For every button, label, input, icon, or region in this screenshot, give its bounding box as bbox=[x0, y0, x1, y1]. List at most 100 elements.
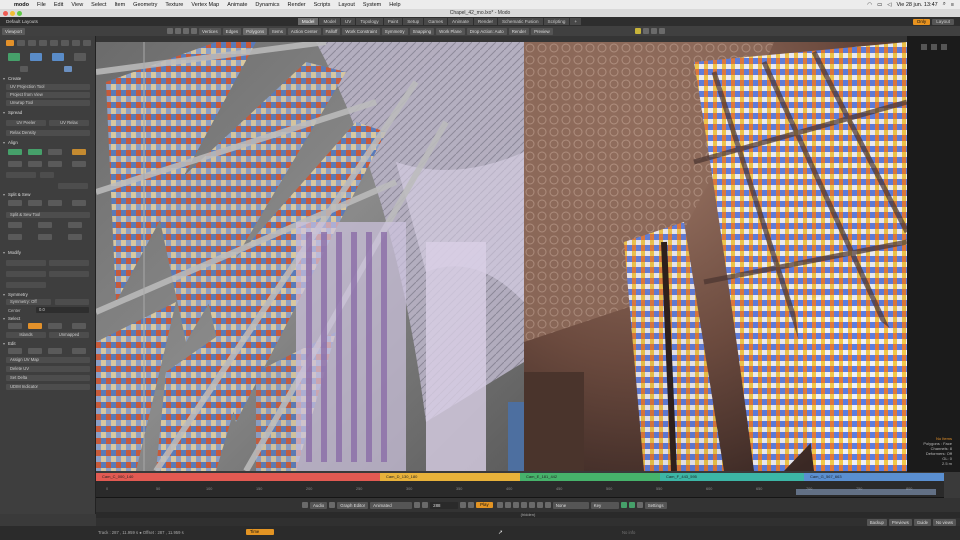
select-island-icon[interactable] bbox=[72, 323, 86, 329]
camera-clip[interactable]: Cam_G_567_663 bbox=[804, 473, 944, 481]
align-left-icon[interactable] bbox=[8, 149, 22, 155]
relax-density-button[interactable]: Relax Density bbox=[6, 130, 90, 136]
align-option-c[interactable] bbox=[58, 183, 88, 189]
render-button[interactable]: Render bbox=[508, 27, 530, 35]
uv-tool-icon[interactable] bbox=[6, 40, 14, 46]
items-button[interactable]: Items bbox=[269, 27, 286, 35]
section-align[interactable]: Align bbox=[2, 140, 92, 146]
add-tab-icon[interactable]: + bbox=[570, 18, 582, 25]
key-button[interactable]: Key bbox=[590, 501, 619, 509]
clear-uv-icon[interactable] bbox=[48, 348, 62, 354]
sculpt-icon[interactable] bbox=[39, 40, 47, 46]
play-forward-icon[interactable] bbox=[620, 502, 627, 508]
rotate-icon[interactable] bbox=[183, 28, 190, 34]
section-modify[interactable]: Modify bbox=[2, 250, 92, 256]
drop-action-dropdown[interactable]: Drop Action: Auto bbox=[466, 27, 507, 35]
snapping-button[interactable]: Snapping bbox=[409, 27, 435, 35]
skip-start-icon[interactable] bbox=[414, 502, 421, 508]
menu-scripts[interactable]: Scripts bbox=[310, 2, 335, 8]
menu-select[interactable]: Select bbox=[87, 2, 110, 8]
clock[interactable]: Vie 28 jun. 13:47 bbox=[897, 2, 938, 8]
keys-dropdown[interactable]: None bbox=[552, 501, 589, 509]
settings-gear-icon[interactable] bbox=[636, 502, 643, 508]
camera-icon[interactable] bbox=[642, 28, 649, 34]
menu-animate[interactable]: Animate bbox=[223, 2, 251, 8]
select-icon[interactable] bbox=[167, 28, 174, 34]
zoom-window-button[interactable] bbox=[17, 10, 22, 16]
symmetry-dropdown[interactable]: Symmetry: Off bbox=[6, 299, 51, 305]
tab-render[interactable]: Render bbox=[473, 18, 497, 25]
loop-icon[interactable] bbox=[504, 502, 511, 508]
vertices-button[interactable]: Vertices bbox=[199, 27, 221, 35]
unwrap-tool-button[interactable]: Unwrap Tool bbox=[6, 100, 90, 106]
viewport-menu-button[interactable]: Viewport bbox=[2, 27, 26, 35]
select-edge-icon[interactable] bbox=[28, 323, 42, 329]
camera-clip[interactable]: Cam_C_000_140 bbox=[96, 473, 380, 481]
keyframe-next-icon[interactable] bbox=[528, 502, 535, 508]
minimize-window-button[interactable] bbox=[10, 10, 15, 16]
tab-paint[interactable]: Paint bbox=[383, 18, 403, 25]
uv-relax-button[interactable]: UV Relax bbox=[49, 120, 89, 126]
stack-icon[interactable] bbox=[72, 161, 86, 167]
zoom-nav-icon[interactable] bbox=[931, 44, 937, 50]
timeline-ruler[interactable]: 0 50 100 150 200 250 300 350 400 450 500… bbox=[96, 481, 944, 498]
settings-button[interactable]: Settings bbox=[644, 501, 667, 509]
tab-model-a[interactable]: Model bbox=[297, 18, 319, 25]
merge-icon[interactable] bbox=[38, 234, 52, 240]
project-icon[interactable] bbox=[8, 53, 20, 61]
only-button[interactable]: Only bbox=[912, 18, 931, 25]
join-icon[interactable] bbox=[68, 234, 82, 240]
swap-uv-icon[interactable] bbox=[72, 348, 86, 354]
guide-tab[interactable]: Guide bbox=[913, 518, 931, 526]
pack-icon[interactable] bbox=[52, 53, 64, 61]
edge-icon[interactable] bbox=[38, 222, 52, 228]
work-constraint-button[interactable]: Work Constraint bbox=[342, 27, 380, 35]
step-forward-icon[interactable] bbox=[460, 502, 467, 508]
view-icon[interactable] bbox=[64, 66, 72, 72]
rotate-uv-icon[interactable] bbox=[48, 161, 62, 167]
brush-icon[interactable] bbox=[28, 40, 36, 46]
tab-animate[interactable]: Animate bbox=[448, 18, 473, 25]
backup-tab[interactable]: Backup bbox=[866, 518, 887, 526]
menu-render[interactable]: Render bbox=[284, 2, 310, 8]
falloff-button[interactable]: Falloff bbox=[322, 27, 341, 35]
align-option-a[interactable] bbox=[6, 172, 36, 178]
orient-icon[interactable] bbox=[8, 161, 22, 167]
pan-nav-icon[interactable] bbox=[941, 44, 947, 50]
section-edit[interactable]: Edit bbox=[2, 341, 92, 347]
menu-layout[interactable]: Layout bbox=[334, 2, 359, 8]
menu-geometry[interactable]: Geometry bbox=[129, 2, 161, 8]
align-top-icon[interactable] bbox=[72, 149, 86, 155]
camera-clip[interactable]: Cam_D_130_180 bbox=[380, 473, 520, 481]
section-create[interactable]: Create bbox=[2, 76, 92, 82]
keyframe-prev-icon[interactable] bbox=[520, 502, 527, 508]
islands-button[interactable]: Islands bbox=[6, 332, 46, 338]
sew-icon[interactable] bbox=[28, 200, 42, 206]
move-icon[interactable] bbox=[175, 28, 182, 34]
cube-icon[interactable] bbox=[61, 40, 69, 46]
split-sew-tool-button[interactable]: Split & Sew Tool bbox=[6, 212, 90, 218]
graph-icon[interactable] bbox=[329, 502, 336, 508]
time-button[interactable]: Time bbox=[246, 529, 274, 535]
layout-dropdown[interactable]: Default Layouts bbox=[0, 19, 38, 24]
menu-system[interactable]: System bbox=[359, 2, 385, 8]
menu-dynamics[interactable]: Dynamics bbox=[251, 2, 283, 8]
select-vertex-icon[interactable] bbox=[8, 323, 22, 329]
app-menu[interactable]: modo bbox=[10, 2, 33, 8]
paste-uv-icon[interactable] bbox=[28, 348, 42, 354]
modify-option-a[interactable] bbox=[6, 260, 46, 266]
curve-icon[interactable] bbox=[72, 40, 80, 46]
menu-view[interactable]: View bbox=[67, 2, 87, 8]
copy-uv-icon[interactable] bbox=[8, 348, 22, 354]
menu-help[interactable]: Help bbox=[385, 2, 404, 8]
unmapped-button[interactable]: Unmapped bbox=[49, 332, 89, 338]
record-icon[interactable] bbox=[512, 502, 519, 508]
play-button[interactable]: Play bbox=[476, 502, 493, 508]
tab-topology[interactable]: Topology bbox=[356, 18, 383, 25]
tab-setup[interactable]: Setup bbox=[403, 18, 424, 25]
layout-button[interactable]: Layout bbox=[932, 18, 954, 25]
modify-option-b[interactable] bbox=[49, 260, 89, 266]
keyframe-add-icon[interactable] bbox=[536, 502, 543, 508]
menu-file[interactable]: File bbox=[33, 2, 50, 8]
split-icon[interactable] bbox=[8, 200, 22, 206]
